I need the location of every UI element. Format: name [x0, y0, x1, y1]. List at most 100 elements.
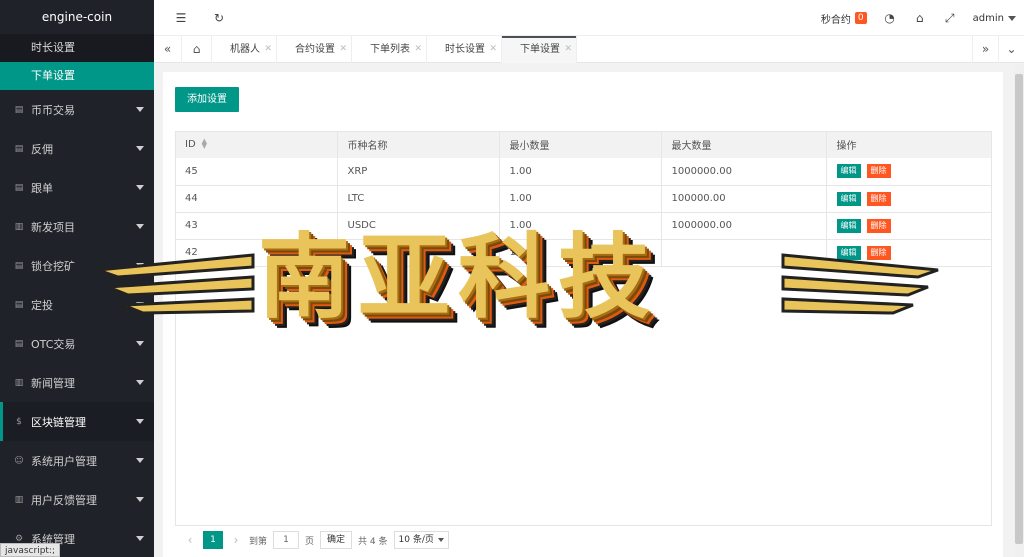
column-header-id[interactable]: ID ▲ ▼ [175, 131, 338, 158]
refresh-icon[interactable]: ↻ [212, 11, 226, 25]
edit-button[interactable]: 编辑 [836, 245, 861, 260]
close-icon[interactable]: ✕ [414, 36, 422, 63]
current-page[interactable]: 1 [203, 531, 223, 549]
cell-actions: 编辑 删除 [826, 185, 992, 213]
sidebar-item-lock-mining[interactable]: ▤ 锁仓挖矿 [0, 246, 154, 285]
user-menu[interactable]: admin [973, 13, 1016, 24]
sidebar-subitem-duration-settings[interactable]: 时长设置 [0, 34, 154, 62]
tab-label: 下单列表 [370, 44, 410, 55]
top-header: ☰ ↻ 秒合约 0 ◔ ⌂ ⤢ admin [154, 0, 1024, 36]
tab-label: 机器人 [230, 44, 260, 55]
cell-id: 42 [175, 239, 338, 267]
doc-icon: ▤ [14, 104, 24, 115]
doc-icon: ▤ [14, 299, 24, 310]
sidebar-item-fixed-invest[interactable]: ▤ 定投 [0, 285, 154, 324]
cell-actions: 编辑 删除 [826, 239, 992, 267]
news-icon: ▥ [14, 221, 24, 232]
sidebar-item-blockchain[interactable]: $ 区块链管理 [0, 402, 154, 441]
close-icon[interactable]: ✕ [264, 36, 272, 63]
sidebar-item-copy-trading[interactable]: ▤ 跟单 [0, 168, 154, 207]
sidebar-subitem-order-settings[interactable]: 下单设置 [0, 62, 154, 90]
chevron-down-icon [437, 538, 444, 542]
tab-order-list[interactable]: 下单列表 ✕ [352, 36, 427, 63]
scrollbar-thumb[interactable] [1015, 74, 1023, 544]
chevron-down-icon [136, 224, 144, 229]
tabs-scroll-left-icon[interactable]: « [154, 36, 182, 63]
doc-icon: ▤ [14, 260, 24, 271]
sort-icon[interactable]: ▲ ▼ [202, 138, 207, 150]
delete-button[interactable]: 删除 [866, 218, 891, 233]
close-icon[interactable]: ✕ [564, 36, 572, 63]
column-header-min: 最小数量 [499, 131, 662, 158]
sidebar-item-label: OTC交易 [31, 337, 76, 351]
table-row: 45 XRP 1.00 1000000.00 编辑 删除 [175, 158, 992, 186]
vertical-scrollbar[interactable] [1014, 64, 1024, 557]
cell-min: 1.00 [499, 239, 662, 267]
prev-page-icon[interactable]: ‹ [183, 533, 197, 547]
column-header-max: 最大数量 [661, 131, 827, 158]
total-count: 共 4 条 [358, 536, 388, 547]
page-size-value: 10 条/页 [398, 535, 434, 545]
sidebar-item-system-users[interactable]: ☺ 系统用户管理 [0, 441, 154, 480]
chevron-down-icon [136, 458, 144, 463]
next-page-icon[interactable]: › [229, 533, 243, 547]
table-row: 44 LTC 1.00 100000.00 编辑 删除 [175, 185, 992, 213]
sidebar: engine-coin 时长设置 下单设置 ▤ 币币交易 ▤ 反佣 ▤ 跟单 ▥ 新发项… [0, 0, 154, 557]
delete-button[interactable]: 删除 [866, 245, 891, 260]
tab-robot[interactable]: 机器人 ✕ [212, 36, 277, 63]
tabs-menu-chevron-icon[interactable]: ⌄ [998, 36, 1024, 63]
chevron-down-icon [136, 107, 144, 112]
sidebar-item-rebate[interactable]: ▤ 反佣 [0, 129, 154, 168]
theme-icon[interactable]: ◔ [883, 11, 897, 25]
tab-contract-settings[interactable]: 合约设置 ✕ [277, 36, 352, 63]
column-label: ID [185, 139, 196, 150]
cell-id: 44 [175, 185, 338, 213]
column-header-name: 币种名称 [337, 131, 500, 158]
cell-actions: 编辑 删除 [826, 158, 992, 186]
edit-button[interactable]: 编辑 [836, 191, 861, 206]
cell-name: LTC [337, 185, 500, 213]
main-content: 添加设置 ID ▲ ▼ 币种名称 最小数量 最大数量 操作 45 XRP 1.00 … [163, 72, 1003, 557]
delete-button[interactable]: 删除 [866, 191, 891, 206]
tag-icon[interactable]: ⌂ [913, 11, 927, 25]
status-bar-url: javascript:; [0, 543, 61, 557]
fullscreen-icon[interactable]: ⤢ [943, 11, 957, 25]
chevron-down-icon [136, 380, 144, 385]
cell-name [337, 239, 500, 267]
cell-max: 1000000.00 [661, 158, 827, 186]
edit-button[interactable]: 编辑 [836, 164, 861, 179]
chevron-down-icon [136, 341, 144, 346]
goto-page-input[interactable]: 1 [273, 531, 300, 549]
sidebar-item-label: 新闻管理 [31, 376, 75, 390]
page-size-select[interactable]: 10 条/页 [393, 531, 449, 549]
sidebar-item-label: 跟单 [31, 181, 53, 195]
seconds-contract-link[interactable]: 秒合约 0 [821, 11, 867, 26]
sidebar-item-label: 用户反馈管理 [31, 493, 97, 507]
sidebar-item-otc[interactable]: ▤ OTC交易 [0, 324, 154, 363]
edit-button[interactable]: 编辑 [836, 218, 861, 233]
sidebar-item-news[interactable]: ▥ 新闻管理 [0, 363, 154, 402]
close-icon[interactable]: ✕ [489, 36, 497, 63]
delete-button[interactable]: 删除 [866, 164, 891, 179]
chevron-down-icon [136, 263, 144, 268]
tabs-scroll-right-icon[interactable]: » [972, 36, 998, 63]
sidebar-item-coin-trading[interactable]: ▤ 币币交易 [0, 90, 154, 129]
sidebar-item-label: 定投 [31, 298, 53, 312]
tab-order-settings[interactable]: 下单设置 ✕ [502, 36, 577, 63]
table-header-row: ID ▲ ▼ 币种名称 最小数量 最大数量 操作 [175, 131, 992, 158]
doc-icon: ▤ [14, 338, 24, 349]
sidebar-item-label: 新发项目 [31, 220, 75, 234]
home-icon[interactable]: ⌂ [182, 36, 212, 63]
gear-icon: ⚙ [14, 533, 24, 544]
close-icon[interactable]: ✕ [339, 36, 347, 63]
sidebar-item-new-projects[interactable]: ▥ 新发项目 [0, 207, 154, 246]
chevron-down-icon [136, 497, 144, 502]
pagination: ‹ 1 › 到第 1 页 确定 共 4 条 10 条/页 [183, 531, 455, 549]
column-header-actions: 操作 [826, 131, 992, 158]
menu-collapse-icon[interactable]: ☰ [174, 11, 188, 25]
add-setting-button[interactable]: 添加设置 [175, 87, 239, 112]
cell-id: 45 [175, 158, 338, 186]
sidebar-item-user-feedback[interactable]: ▥ 用户反馈管理 [0, 480, 154, 519]
confirm-page-button[interactable]: 确定 [320, 531, 353, 549]
tab-duration-settings[interactable]: 时长设置 ✕ [427, 36, 502, 63]
